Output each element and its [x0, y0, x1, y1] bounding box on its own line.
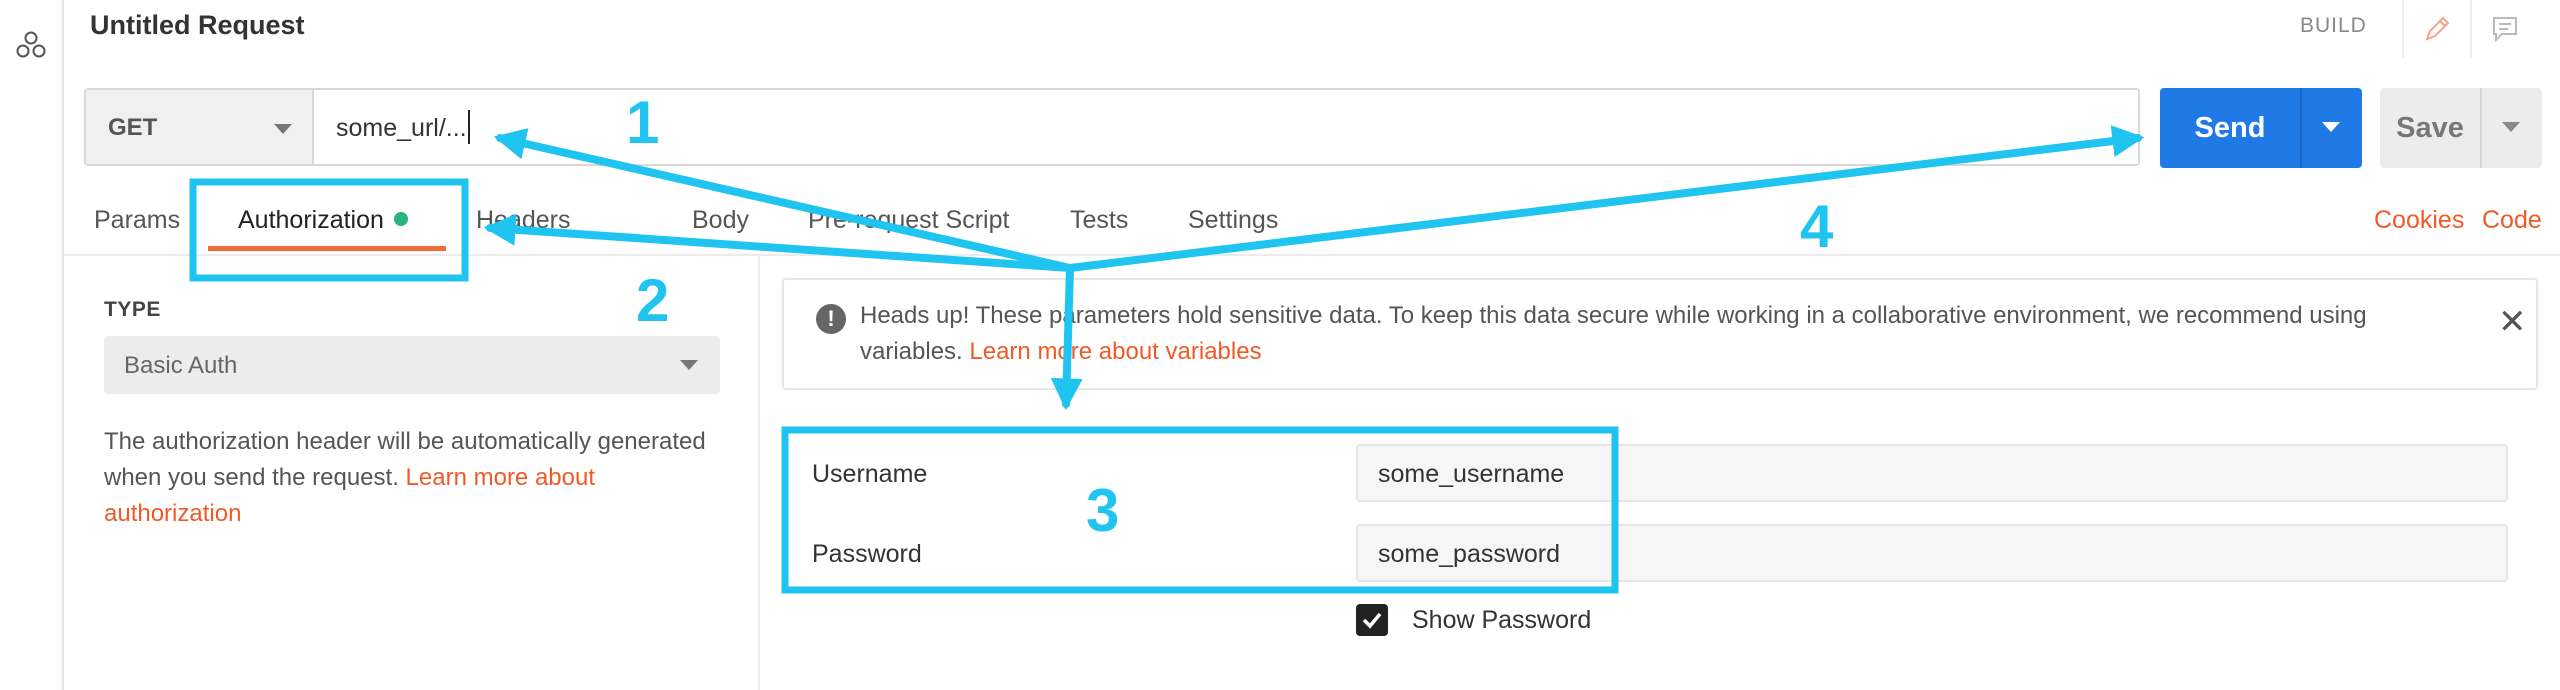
method-select[interactable]: GET: [84, 88, 314, 166]
save-dropdown-button[interactable]: [2480, 88, 2542, 168]
password-label: Password: [812, 540, 922, 568]
edit-button[interactable]: [2402, 0, 2470, 58]
url-input[interactable]: some_url/...: [314, 88, 2140, 166]
chevron-down-icon: [680, 360, 698, 370]
active-tab-underline: [208, 246, 446, 251]
pencil-icon: [2425, 16, 2450, 41]
code-link[interactable]: Code: [2482, 206, 2542, 235]
request-title[interactable]: Untitled Request: [90, 10, 305, 41]
panel-divider: [758, 256, 760, 690]
username-label: Username: [812, 460, 928, 488]
learn-more-variables-link[interactable]: Learn more about variables: [969, 338, 1261, 365]
checkmark-icon: [1362, 612, 1382, 629]
method-label: GET: [108, 114, 158, 141]
save-button[interactable]: Save: [2380, 88, 2480, 168]
tabs-divider: [64, 254, 2560, 256]
tab-body[interactable]: Body: [692, 206, 749, 235]
tab-settings[interactable]: Settings: [1188, 206, 1278, 235]
cookies-link[interactable]: Cookies: [2374, 206, 2464, 235]
tab-pre-request-script[interactable]: Pre-request Script: [808, 206, 1009, 235]
left-sidebar: [0, 0, 64, 690]
password-input[interactable]: some_password: [1356, 524, 2508, 582]
comments-button[interactable]: [2470, 0, 2538, 58]
chevron-down-icon: [2502, 122, 2520, 132]
password-value: some_password: [1378, 540, 1561, 568]
sensitive-data-alert: ! Heads up! These parameters hold sensit…: [782, 278, 2538, 390]
auth-type-label: TYPE: [104, 298, 161, 321]
exclamation-icon: !: [816, 304, 846, 334]
auth-description: The authorization header will be automat…: [104, 424, 724, 532]
chevron-down-icon: [274, 124, 292, 134]
chevron-down-icon: [2322, 122, 2340, 132]
text-cursor: [468, 110, 470, 144]
send-dropdown-button[interactable]: [2300, 88, 2362, 168]
alert-message: Heads up! These parameters hold sensitiv…: [860, 298, 2460, 370]
auth-type-select[interactable]: Basic Auth: [104, 336, 720, 394]
team-icon[interactable]: [16, 30, 46, 60]
show-password-label: Show Password: [1412, 606, 1592, 634]
close-icon[interactable]: ✕: [2498, 302, 2527, 342]
username-input[interactable]: some_username: [1356, 444, 2508, 502]
username-value: some_username: [1378, 460, 1565, 488]
tab-authorization-label: Authorization: [238, 206, 384, 234]
annotation-number-1: 1: [626, 89, 660, 156]
comment-icon: [2493, 17, 2517, 43]
auth-type-value: Basic Auth: [124, 352, 238, 379]
send-button[interactable]: Send: [2160, 88, 2300, 168]
tab-headers[interactable]: Headers: [476, 206, 571, 235]
tab-params[interactable]: Params: [94, 206, 180, 235]
annotation-number-4: 4: [1800, 193, 1834, 260]
annotation-number-3: 3: [1086, 477, 1120, 544]
tab-tests[interactable]: Tests: [1070, 206, 1128, 235]
show-password-checkbox[interactable]: [1356, 604, 1388, 636]
active-indicator-dot: [393, 212, 408, 227]
build-mode-label[interactable]: BUILD: [2300, 14, 2367, 38]
url-value: some_url/...: [336, 114, 467, 142]
tab-authorization[interactable]: Authorization: [238, 206, 408, 235]
annotation-number-2: 2: [636, 267, 670, 334]
